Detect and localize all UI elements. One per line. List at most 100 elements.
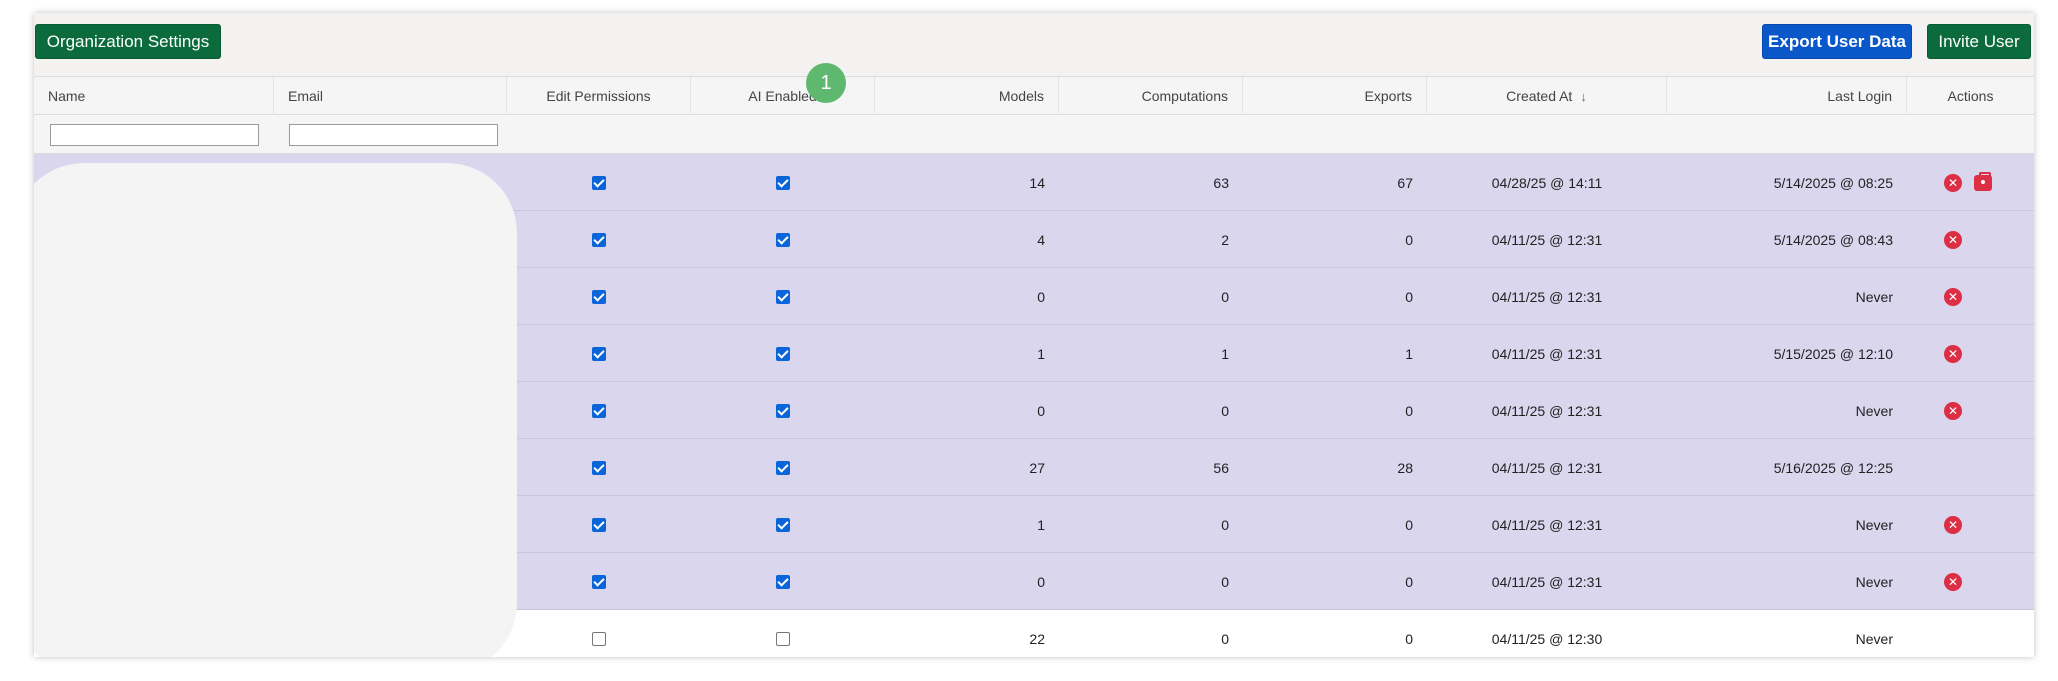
last-login-cell: Never	[1855, 573, 1893, 590]
edit-permissions-checkbox[interactable]	[592, 517, 606, 532]
filter-row	[34, 115, 2034, 154]
edit-permissions-checkbox[interactable]	[592, 403, 606, 418]
column-header-computations[interactable]: Computations	[1059, 77, 1243, 115]
actions-cell: ✕	[1944, 154, 1992, 211]
models-cell: 4	[1037, 231, 1045, 248]
ai-enabled-checkbox[interactable]	[776, 460, 790, 475]
created-at-cell: 04/11/25 @ 12:31	[1491, 459, 1603, 476]
ai-enabled-cell	[691, 439, 875, 496]
last-login-cell: Never	[1855, 516, 1893, 533]
last-login-cell: Never	[1855, 288, 1893, 305]
edit-permissions-cell	[507, 325, 691, 382]
created-at-cell: 04/11/25 @ 12:31	[1491, 573, 1603, 590]
remove-user-icon[interactable]: ✕	[1944, 515, 1962, 534]
column-header-computations-label: Computations	[1141, 88, 1228, 104]
remove-user-icon[interactable]: ✕	[1944, 287, 1962, 306]
organization-settings-button[interactable]: Organization Settings	[35, 24, 221, 59]
column-header-models[interactable]: Models	[875, 77, 1059, 115]
remove-user-icon[interactable]: ✕	[1944, 344, 1962, 363]
invite-user-button[interactable]: Invite User	[1927, 24, 2031, 59]
computations-cell: 1	[1221, 345, 1229, 362]
ai-enabled-checkbox[interactable]	[776, 232, 790, 247]
ai-enabled-checkbox[interactable]	[776, 631, 790, 646]
column-header-models-label: Models	[998, 88, 1044, 104]
created-at-cell: 04/11/25 @ 12:31	[1491, 288, 1603, 305]
edit-permissions-cell	[507, 268, 691, 325]
ai-enabled-cell	[691, 610, 875, 657]
column-header-last-login[interactable]: Last Login	[1667, 77, 1907, 115]
column-header-name[interactable]: Name	[34, 77, 274, 115]
actions-cell: ✕	[1944, 268, 1962, 325]
column-header-actions-label: Actions	[1947, 88, 1994, 104]
actions-cell: ✕	[1944, 325, 1962, 382]
name-filter-input[interactable]	[50, 124, 259, 146]
exports-cell: 0	[1405, 288, 1413, 305]
edit-permissions-checkbox[interactable]	[592, 289, 606, 304]
column-header-ai-enabled[interactable]: AI Enabled	[691, 77, 875, 115]
edit-permissions-cell	[507, 496, 691, 553]
edit-permissions-checkbox[interactable]	[592, 631, 606, 646]
column-header-email[interactable]: Email	[274, 77, 507, 115]
exports-cell: 0	[1405, 573, 1413, 590]
ai-enabled-checkbox[interactable]	[776, 574, 790, 589]
column-header-exports[interactable]: Exports	[1243, 77, 1427, 115]
actions-cell: ✕	[1944, 382, 1962, 439]
ai-enabled-cell	[691, 496, 875, 553]
ai-enabled-checkbox[interactable]	[776, 517, 790, 532]
edit-permissions-checkbox[interactable]	[592, 346, 606, 361]
created-at-cell: 04/28/25 @ 14:11	[1491, 174, 1603, 191]
last-login-cell: 5/14/2025 @ 08:25	[1773, 174, 1893, 191]
models-cell: 0	[1037, 288, 1045, 305]
exports-cell: 0	[1405, 516, 1413, 533]
models-cell: 0	[1037, 402, 1045, 419]
column-header-exports-label: Exports	[1364, 88, 1412, 104]
models-cell: 14	[1029, 174, 1045, 191]
remove-user-icon[interactable]: ✕	[1944, 572, 1962, 591]
edit-permissions-cell	[507, 610, 691, 657]
ai-enabled-checkbox[interactable]	[776, 403, 790, 418]
email-filter-input[interactable]	[289, 124, 498, 146]
edit-permissions-cell	[507, 382, 691, 439]
column-header-edit-permissions[interactable]: Edit Permissions	[507, 77, 691, 115]
column-header-created-at-label: Created At	[1506, 88, 1573, 104]
computations-cell: 0	[1221, 288, 1229, 305]
column-header-last-login-label: Last Login	[1827, 88, 1892, 104]
ai-enabled-checkbox[interactable]	[776, 346, 790, 361]
computations-cell: 0	[1221, 402, 1229, 419]
edit-permissions-checkbox[interactable]	[592, 175, 606, 190]
remove-user-icon[interactable]: ✕	[1944, 401, 1962, 420]
models-cell: 22	[1029, 630, 1045, 647]
computations-cell: 56	[1213, 459, 1229, 476]
exports-cell: 0	[1405, 231, 1413, 248]
column-header-actions: Actions	[1907, 77, 2034, 115]
ai-enabled-checkbox[interactable]	[776, 289, 790, 304]
last-login-cell: Never	[1855, 402, 1893, 419]
actions-cell: ✕	[1944, 496, 1962, 553]
models-cell: 27	[1029, 459, 1045, 476]
edit-permissions-cell	[507, 211, 691, 268]
column-header-email-label: Email	[288, 88, 324, 104]
computations-cell: 63	[1213, 174, 1229, 191]
ai-enabled-cell	[691, 154, 875, 211]
edit-permissions-checkbox[interactable]	[592, 460, 606, 475]
ai-enabled-cell	[691, 325, 875, 382]
column-header-edit-permissions-label: Edit Permissions	[546, 88, 651, 104]
edit-permissions-checkbox[interactable]	[592, 574, 606, 589]
ai-enabled-checkbox[interactable]	[776, 175, 790, 190]
remove-user-icon[interactable]: ✕	[1944, 230, 1962, 249]
remove-user-icon[interactable]: ✕	[1944, 173, 1962, 192]
last-login-cell: 5/14/2025 @ 08:43	[1773, 231, 1893, 248]
admin-badge-icon[interactable]	[1974, 171, 1992, 191]
ai-enabled-cell	[691, 553, 875, 610]
ai-enabled-cell	[691, 268, 875, 325]
column-header-created-at[interactable]: Created At ↓	[1427, 77, 1667, 115]
edit-permissions-cell	[507, 439, 691, 496]
last-login-cell: Never	[1855, 630, 1893, 647]
computations-cell: 0	[1221, 630, 1229, 647]
edit-permissions-checkbox[interactable]	[592, 232, 606, 247]
ai-enabled-cell	[691, 211, 875, 268]
sort-descending-icon: ↓	[1580, 88, 1587, 104]
computations-cell: 2	[1221, 231, 1229, 248]
export-user-data-button[interactable]: Export User Data	[1762, 24, 1912, 59]
models-cell: 1	[1037, 516, 1045, 533]
